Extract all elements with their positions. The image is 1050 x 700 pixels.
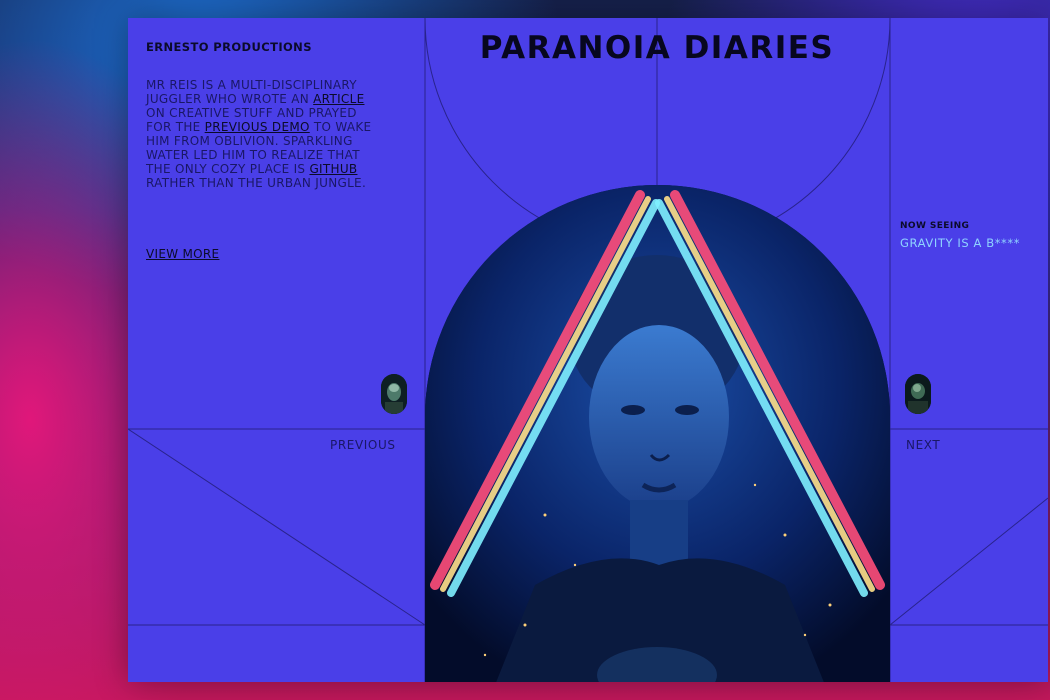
brand-name[interactable]: ERNESTO PRODUCTIONS <box>146 40 312 54</box>
view-more-link[interactable]: VIEW MORE <box>146 247 219 261</box>
hero-portrait-illustration <box>425 185 890 682</box>
previous-thumbnail[interactable] <box>381 374 407 414</box>
previous-thumbnail-image <box>381 374 407 414</box>
now-seeing-label: NOW SEEING <box>900 221 970 231</box>
next-thumbnail[interactable] <box>905 374 931 414</box>
site-mockup: ERNESTO PRODUCTIONS PARANOIA DIARIES MR … <box>128 18 1048 682</box>
page-title: PARANOIA DIARIES <box>479 30 835 66</box>
github-link[interactable]: GITHUB <box>309 162 357 176</box>
next-button[interactable]: NEXT <box>906 438 940 452</box>
previous-demo-link[interactable]: PREVIOUS DEMO <box>205 120 310 134</box>
article-link[interactable]: ARTICLE <box>313 92 364 106</box>
hero-arch-image <box>425 185 890 682</box>
bio-text: RATHER THAN THE URBAN JUNGLE. <box>146 176 367 190</box>
next-thumbnail-image <box>905 374 931 414</box>
bio-paragraph: MR REIS IS A MULTI-DISCIPLINARY JUGGLER … <box>146 78 386 190</box>
previous-button[interactable]: PREVIOUS <box>330 438 396 452</box>
now-seeing-title[interactable]: GRAVITY IS A B**** <box>900 236 1020 250</box>
